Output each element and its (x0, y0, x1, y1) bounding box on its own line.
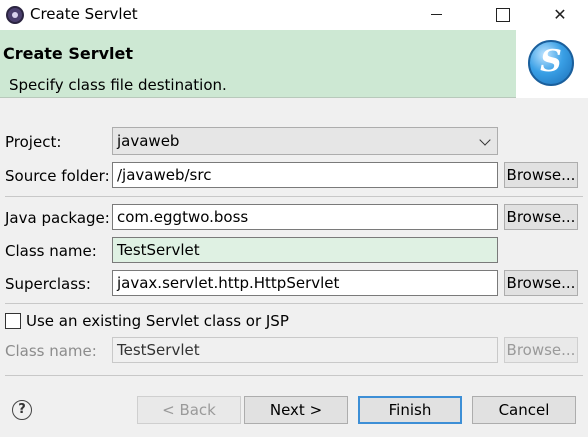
next-button[interactable]: Next > (244, 396, 348, 424)
help-icon[interactable]: ? (12, 400, 32, 420)
source-folder-browse-button[interactable]: Browse... (504, 162, 578, 188)
existing-class-name-label: Class name: (5, 342, 97, 360)
java-package-field[interactable]: com.eggtwo.boss (112, 204, 498, 230)
minimize-button[interactable] (413, 0, 459, 30)
separator (5, 196, 583, 197)
eclipse-app-icon (6, 6, 24, 24)
java-package-browse-button[interactable]: Browse... (504, 204, 578, 230)
separator (5, 303, 583, 304)
existing-class-browse-button: Browse... (504, 337, 578, 363)
wizard-banner: Create Servlet Specify class file destin… (0, 30, 588, 98)
chevron-down-icon (479, 134, 491, 146)
cancel-button[interactable]: Cancel (472, 396, 576, 424)
use-existing-checkbox[interactable] (5, 313, 21, 329)
separator (5, 375, 583, 376)
use-existing-label[interactable]: Use an existing Servlet class or JSP (26, 312, 289, 330)
maximize-button[interactable] (479, 0, 525, 30)
finish-button[interactable]: Finish (358, 396, 462, 424)
class-name-label: Class name: (5, 242, 97, 260)
class-name-field[interactable]: TestServlet (112, 237, 498, 263)
close-button[interactable]: ✕ (537, 0, 583, 30)
title-bar: Create Servlet ✕ (0, 0, 588, 30)
superclass-label: Superclass: (5, 275, 91, 293)
banner-description: Specify class file destination. (9, 76, 227, 94)
banner-title: Create Servlet (3, 44, 134, 63)
source-folder-label: Source folder: (5, 167, 110, 185)
superclass-browse-button[interactable]: Browse... (504, 270, 578, 296)
back-button: < Back (137, 396, 241, 424)
source-folder-field[interactable]: /javaweb/src (112, 162, 498, 188)
existing-class-name-field: TestServlet (112, 337, 498, 363)
servlet-s-icon: S (528, 40, 574, 86)
java-package-label: Java package: (5, 209, 110, 227)
project-select[interactable]: javaweb (112, 127, 498, 155)
superclass-field[interactable]: javax.servlet.http.HttpServlet (112, 270, 498, 296)
servlet-logo: S (516, 30, 588, 98)
project-label: Project: (5, 133, 62, 151)
window-title: Create Servlet (30, 5, 138, 23)
project-select-value: javaweb (117, 132, 180, 150)
